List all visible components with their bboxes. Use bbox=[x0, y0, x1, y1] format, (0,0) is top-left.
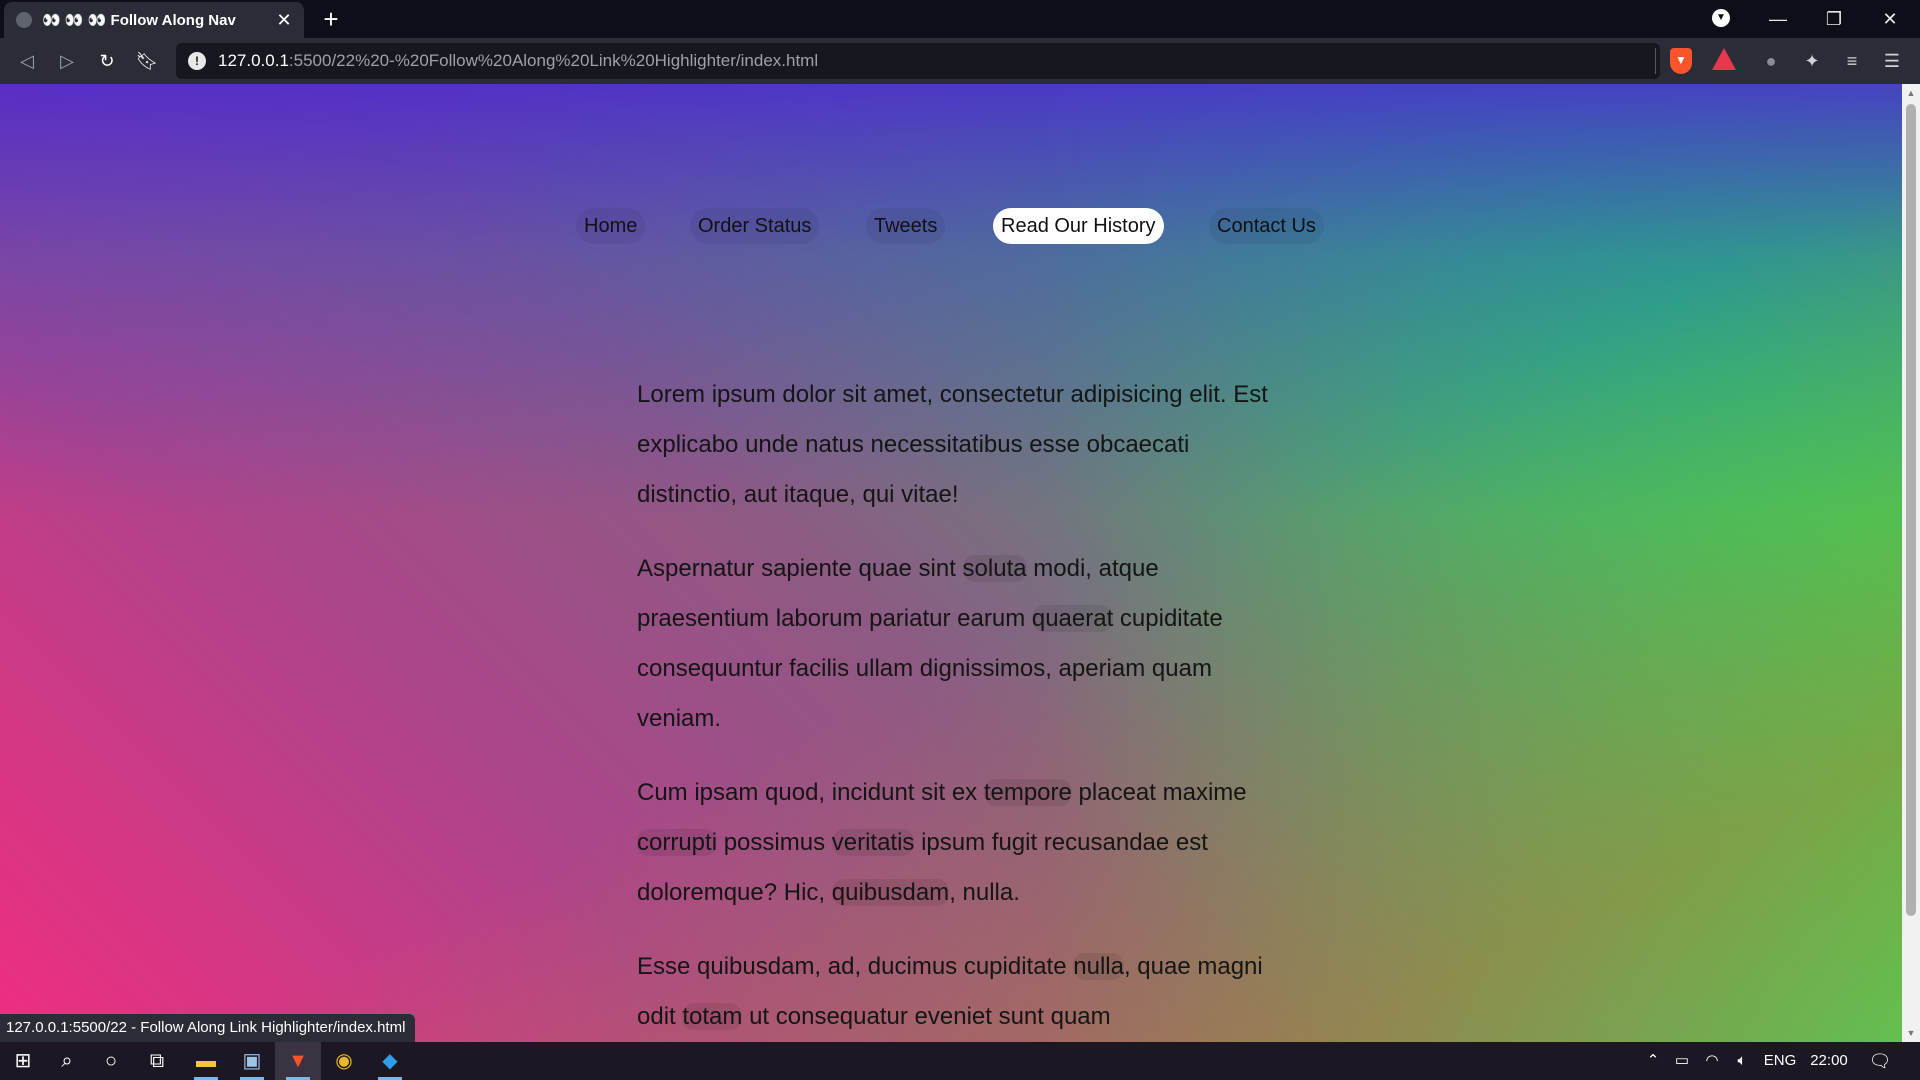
browser-toolbar: ◁ ▷ ↻ 🔖︎ ! 127.0.0.1 :5500/22%20-%20Foll… bbox=[0, 38, 1920, 84]
nav-link-read-our-history[interactable]: Read Our History bbox=[993, 208, 1164, 244]
tab-close-button[interactable]: ✕ bbox=[274, 10, 294, 31]
scrollbar-thumb[interactable] bbox=[1906, 104, 1916, 916]
nav-link-contact-us[interactable]: Contact Us bbox=[1209, 208, 1324, 244]
nav-link-home[interactable]: Home bbox=[576, 208, 646, 244]
forward-icon[interactable]: ▷ bbox=[52, 46, 82, 76]
text: Esse quibusdam, ad, ducimus cupiditate bbox=[637, 953, 1074, 980]
back-icon[interactable]: ◁ bbox=[12, 46, 42, 76]
tab-title: 👀 👀 👀 Follow Along Nav bbox=[42, 12, 236, 29]
inline-link[interactable]: quibusdam bbox=[831, 879, 950, 906]
page-scrollbar[interactable]: ▲ ▼ bbox=[1902, 84, 1920, 1042]
chevron-up-icon[interactable]: ⌃ bbox=[1640, 1042, 1666, 1080]
close-window-button[interactable]: ✕ bbox=[1862, 0, 1918, 38]
tab-search-icon[interactable]: ▼ bbox=[1712, 9, 1730, 27]
new-tab-button[interactable]: + bbox=[316, 4, 346, 34]
browser-tab[interactable]: 👀 👀 👀 Follow Along Nav ✕ bbox=[4, 2, 304, 38]
link-status-bubble: 127.0.0.1:5500/22 - Follow Along Link Hi… bbox=[0, 1014, 416, 1042]
text: Cum ipsam quod, incidunt sit ex bbox=[637, 779, 984, 806]
page-viewport: Home Order Status Tweets Read Our Histor… bbox=[0, 84, 1902, 1042]
browser-tab-bar: 👀 👀 👀 Follow Along Nav ✕ + ▼ — ❐ ✕ bbox=[0, 0, 1920, 38]
reload-icon[interactable]: ↻ bbox=[92, 46, 122, 76]
url-host: 127.0.0.1 bbox=[218, 51, 289, 70]
file-explorer-icon[interactable]: ▬ bbox=[183, 1042, 229, 1080]
text: placeat maxime bbox=[1071, 779, 1247, 806]
restore-button[interactable]: ❐ bbox=[1806, 0, 1862, 38]
paragraph-3: Cum ipsam quod, incidunt sit ex tempore … bbox=[637, 768, 1277, 918]
windows-taskbar: ⊞ ⌕ ○ ⧉ ▬ ▣ ▼ ◉ ◆ ⌃ ▭ ◠ 🔈︎ ENG 22:00 🗨︎ bbox=[0, 1042, 1920, 1080]
windows-start-icon[interactable]: ⊞ bbox=[0, 1042, 46, 1080]
cortana-icon[interactable]: ○ bbox=[88, 1042, 134, 1080]
inline-link[interactable]: corrupti bbox=[637, 829, 718, 856]
brave-browser-icon[interactable]: ▼ bbox=[275, 1042, 321, 1080]
globe-icon bbox=[16, 12, 32, 28]
language-indicator[interactable]: ENG bbox=[1760, 1042, 1800, 1080]
paragraph-2: Aspernatur sapiente quae sint soluta mod… bbox=[637, 544, 1277, 744]
info-icon[interactable]: ! bbox=[188, 52, 206, 70]
brave-rewards-icon[interactable] bbox=[1712, 48, 1736, 70]
scroll-up-icon[interactable]: ▲ bbox=[1902, 84, 1920, 102]
puzzle-icon[interactable]: ✦ bbox=[1797, 46, 1827, 76]
text: Aspernatur sapiente quae sint bbox=[637, 555, 963, 582]
battery-icon[interactable]: ▭ bbox=[1668, 1042, 1696, 1080]
minimize-button[interactable]: — bbox=[1750, 0, 1806, 38]
scroll-down-icon[interactable]: ▼ bbox=[1902, 1024, 1920, 1042]
volume-icon[interactable]: 🔈︎ bbox=[1728, 1042, 1756, 1080]
task-view-icon[interactable]: ⧉ bbox=[134, 1042, 180, 1080]
address-bar[interactable]: ! 127.0.0.1 :5500/22%20-%20Follow%20Alon… bbox=[176, 43, 1660, 79]
inline-link[interactable]: tempore bbox=[983, 779, 1072, 806]
nav-link-order-status[interactable]: Order Status bbox=[690, 208, 820, 244]
paragraph-1: Lorem ipsum dolor sit amet, consectetur … bbox=[637, 381, 1268, 508]
media-queue-icon[interactable]: ≡ bbox=[1837, 46, 1867, 76]
clock[interactable]: 22:00 bbox=[1806, 1042, 1852, 1080]
divider bbox=[1655, 48, 1656, 74]
article: Lorem ipsum dolor sit amet, consectetur … bbox=[637, 370, 1277, 1042]
chrome-icon[interactable]: ◉ bbox=[321, 1042, 367, 1080]
inline-link[interactable]: soluta bbox=[962, 555, 1027, 582]
text: ut consequatur eveniet sunt quam bbox=[742, 1003, 1111, 1030]
wifi-icon[interactable]: ◠ bbox=[1698, 1042, 1726, 1080]
inline-link[interactable]: veritatis bbox=[831, 829, 915, 856]
text: possimus bbox=[717, 829, 832, 856]
paragraph-4: Esse quibusdam, ad, ducimus cupiditate n… bbox=[637, 942, 1277, 1042]
nav-link-tweets[interactable]: Tweets bbox=[866, 208, 946, 244]
notification-icon[interactable]: 🗨︎ bbox=[1860, 1042, 1900, 1080]
url-path: :5500/22%20-%20Follow%20Along%20Link%20H… bbox=[288, 51, 819, 70]
inline-link[interactable]: nulla bbox=[1073, 953, 1124, 980]
photos-icon[interactable]: ▣ bbox=[229, 1042, 275, 1080]
brave-shields-icon[interactable]: ▼ bbox=[1670, 48, 1692, 74]
inline-link[interactable]: quaerat bbox=[1031, 605, 1114, 632]
bookmark-icon[interactable]: 🔖︎ bbox=[132, 46, 162, 76]
search-icon[interactable]: ⌕ bbox=[44, 1042, 90, 1080]
menu-icon[interactable]: ☰ bbox=[1877, 46, 1907, 76]
text: , nulla. bbox=[949, 879, 1020, 906]
vscode-icon[interactable]: ◆ bbox=[367, 1042, 413, 1080]
inline-link[interactable]: totam bbox=[682, 1003, 743, 1030]
extension-icon[interactable]: ● bbox=[1756, 46, 1786, 76]
